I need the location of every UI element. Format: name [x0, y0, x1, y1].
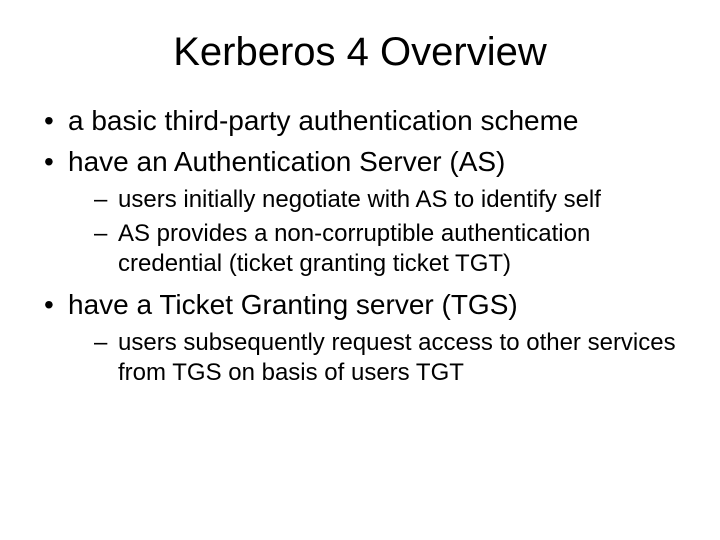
bullet-text: a basic third-party authentication schem…: [68, 105, 579, 136]
sub-bullet-text: users subsequently request access to oth…: [118, 329, 676, 386]
sub-bullet-list: users initially negotiate with AS to ide…: [68, 185, 680, 279]
bullet-text: have a Ticket Granting server (TGS): [68, 289, 518, 320]
sub-list-item: users initially negotiate with AS to ide…: [68, 185, 680, 215]
slide-title: Kerberos 4 Overview: [40, 30, 680, 75]
list-item: a basic third-party authentication schem…: [40, 103, 680, 138]
sub-bullet-list: users subsequently request access to oth…: [68, 328, 680, 388]
sub-list-item: AS provides a non-corruptible authentica…: [68, 219, 680, 279]
sub-bullet-text: users initially negotiate with AS to ide…: [118, 186, 601, 213]
list-item: have an Authentication Server (AS) users…: [40, 144, 680, 279]
sub-list-item: users subsequently request access to oth…: [68, 328, 680, 388]
bullet-text: have an Authentication Server (AS): [68, 146, 505, 177]
slide: Kerberos 4 Overview a basic third-party …: [0, 0, 720, 540]
sub-bullet-text: AS provides a non-corruptible authentica…: [118, 220, 590, 277]
bullet-list: a basic third-party authentication schem…: [40, 103, 680, 388]
list-item: have a Ticket Granting server (TGS) user…: [40, 287, 680, 388]
